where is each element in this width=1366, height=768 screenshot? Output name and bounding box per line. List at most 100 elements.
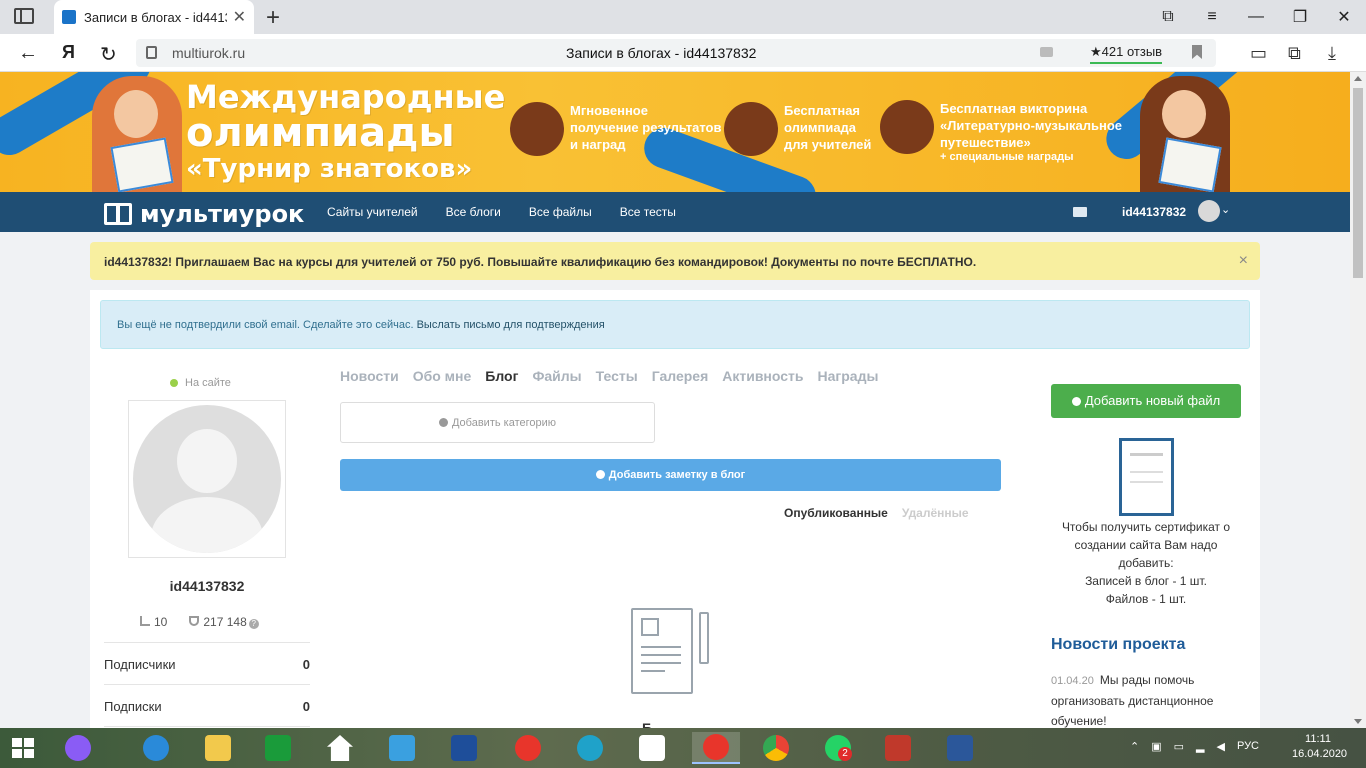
courses-promo-bar: id44137832! Приглашаем Вас на курсы для … bbox=[90, 242, 1260, 280]
url-page-title: Записи в блогах - id44137832 bbox=[566, 45, 757, 61]
profile-card: Вы ещё не подтвердили свой email. Сделай… bbox=[90, 290, 1260, 736]
help-icon[interactable]: ? bbox=[248, 619, 259, 629]
online-dot-icon bbox=[170, 379, 178, 387]
address-bar: ← Я ↻ multiurok.ru Записи в блогах - id4… bbox=[0, 34, 1366, 72]
points-stat: 217 148? bbox=[189, 615, 259, 629]
shop-icon[interactable] bbox=[382, 732, 422, 764]
subscriptions-row[interactable]: Подписки 0 bbox=[104, 684, 310, 726]
scroll-thumb[interactable] bbox=[1353, 88, 1363, 278]
edge-legacy-icon[interactable] bbox=[136, 732, 176, 764]
browser-tab[interactable]: Записи в блогах - id4413 ✕ bbox=[54, 0, 254, 34]
certificate-thumbnail[interactable] bbox=[1119, 438, 1174, 516]
nav-link-all-blogs[interactable]: Все блоги bbox=[446, 205, 501, 219]
file-explorer-icon[interactable] bbox=[198, 732, 238, 764]
nav-avatar[interactable] bbox=[1198, 200, 1220, 222]
nav-links: Сайты учителей Все блоги Все файлы Все т… bbox=[327, 205, 676, 219]
scroll-down-icon[interactable] bbox=[1354, 719, 1362, 724]
boy-illustration bbox=[92, 76, 182, 192]
back-icon[interactable]: ← bbox=[18, 42, 38, 65]
chevron-up-icon[interactable]: ⌃ bbox=[1130, 740, 1139, 753]
nav-link-teacher-sites[interactable]: Сайты учителей bbox=[327, 205, 418, 219]
reload-icon[interactable]: ↻ bbox=[100, 42, 117, 67]
url-field[interactable]: multiurok.ru Записи в блогах - id4413783… bbox=[136, 39, 1216, 67]
messages-icon[interactable] bbox=[1073, 207, 1087, 217]
news-date: 01.04.20 bbox=[1051, 675, 1094, 687]
online-status: На сайте bbox=[170, 377, 231, 389]
tab-news[interactable]: Новости bbox=[340, 368, 399, 384]
promo-message[interactable]: id44137832! Приглашаем Вас на курсы для … bbox=[104, 255, 976, 269]
tab-awards[interactable]: Награды bbox=[818, 368, 879, 384]
tab-blog[interactable]: Блог bbox=[485, 368, 518, 384]
reviews-badge[interactable]: ★421 отзыв bbox=[1090, 44, 1163, 64]
word-icon[interactable] bbox=[940, 732, 980, 764]
store-icon[interactable] bbox=[258, 732, 298, 764]
minimize-icon[interactable]: — bbox=[1234, 0, 1278, 34]
site-favicon-icon bbox=[62, 10, 76, 24]
network-icon[interactable]: ▣ bbox=[1151, 740, 1161, 753]
home-icon[interactable] bbox=[320, 732, 360, 764]
new-tab-icon[interactable]: + bbox=[266, 4, 280, 32]
nav-link-all-tests[interactable]: Все тесты bbox=[620, 205, 676, 219]
battery-tray-icon[interactable]: ▭ bbox=[1174, 740, 1184, 753]
yandex-icon[interactable] bbox=[632, 732, 672, 764]
tab-gallery[interactable]: Галерея bbox=[652, 368, 709, 384]
lock-icon[interactable] bbox=[146, 46, 157, 59]
volume-icon[interactable]: ◀ bbox=[1217, 740, 1225, 753]
teacher-icon bbox=[724, 102, 778, 156]
chrome-icon[interactable] bbox=[756, 732, 796, 764]
filter-published[interactable]: Опубликованные bbox=[784, 506, 888, 520]
scroll-up-icon[interactable] bbox=[1354, 76, 1362, 81]
tab-activity[interactable]: Активность bbox=[722, 368, 803, 384]
add-category-button[interactable]: Добавить категорию bbox=[340, 402, 655, 443]
add-blog-note-button[interactable]: Добавить заметку в блог bbox=[340, 459, 1001, 491]
profile-avatar[interactable] bbox=[128, 400, 286, 558]
restore-icon[interactable]: ❐ bbox=[1278, 0, 1322, 34]
tabs-panel-icon[interactable] bbox=[14, 8, 34, 24]
tab-close-icon[interactable]: ✕ bbox=[233, 7, 246, 27]
chevron-down-icon[interactable]: ⌄ bbox=[1221, 203, 1230, 216]
taskbar-clock[interactable]: 11:11 16.04.2020 bbox=[1292, 732, 1347, 762]
tab-about[interactable]: Обо мне bbox=[413, 368, 472, 384]
bookmarks-icon[interactable]: ⧉ bbox=[1146, 0, 1190, 34]
nav-username[interactable]: id44137832 bbox=[1122, 205, 1186, 219]
alice-assistant-icon[interactable] bbox=[58, 732, 98, 764]
yandex-browser-icon[interactable] bbox=[508, 732, 548, 764]
olympiad-banner[interactable]: Международные олимпиады «Турнир знатоков… bbox=[0, 72, 1350, 192]
add-new-file-button[interactable]: Добавить новый файл bbox=[1051, 384, 1241, 418]
tab-files[interactable]: Файлы bbox=[532, 368, 581, 384]
edge-icon[interactable] bbox=[570, 732, 610, 764]
certificate-requirements: Чтобы получить сертификат о создании сай… bbox=[1061, 520, 1231, 606]
page-scrollbar[interactable] bbox=[1350, 72, 1366, 728]
menu-icon[interactable]: ≡ bbox=[1190, 0, 1234, 34]
yandex-logo-icon[interactable]: Я bbox=[62, 42, 75, 63]
chart-bars-icon bbox=[140, 616, 150, 626]
close-window-icon[interactable]: ✕ bbox=[1322, 0, 1366, 34]
download-icon[interactable]: ⤓ bbox=[1328, 43, 1336, 64]
banner-feature: Мгновенное получение результатов и награ… bbox=[510, 102, 721, 156]
news-item[interactable]: 01.04.20 Мы рады помочь организовать дист… bbox=[1051, 670, 1241, 731]
comment-icon[interactable] bbox=[1040, 47, 1053, 57]
battery-icon[interactable]: ▭ bbox=[1250, 43, 1267, 64]
resend-email-link[interactable]: Выслать письмо для подтверждения bbox=[417, 319, 605, 331]
yandex-browser-active-icon[interactable] bbox=[692, 732, 740, 764]
banner-feature: Бесплатная викторина «Литературно-музыка… bbox=[880, 100, 1122, 163]
lenovo-icon[interactable] bbox=[444, 732, 484, 764]
wifi-icon[interactable]: ▂ bbox=[1196, 740, 1204, 753]
promo-close-icon[interactable]: × bbox=[1239, 252, 1248, 270]
tab-tests[interactable]: Тесты bbox=[596, 368, 638, 384]
site-logo[interactable]: мультиурок bbox=[104, 200, 304, 228]
filter-deleted[interactable]: Удалённые bbox=[902, 506, 969, 520]
rating-stat: 10 bbox=[140, 615, 167, 629]
plus-circle-icon bbox=[595, 470, 605, 479]
plus-circle-icon bbox=[1071, 397, 1081, 406]
extension-icon[interactable]: ⧉ bbox=[1288, 43, 1301, 64]
whatsapp-badge: 2 bbox=[838, 747, 852, 761]
bookmark-icon[interactable] bbox=[1192, 45, 1202, 59]
start-windows-icon[interactable] bbox=[12, 738, 34, 758]
nav-link-all-files[interactable]: Все файлы bbox=[529, 205, 592, 219]
subscribers-row[interactable]: Подписчики 0 bbox=[104, 642, 310, 684]
alert-text: Вы ещё не подтвердили свой email. Сделай… bbox=[117, 319, 414, 331]
whatsapp-icon[interactable] bbox=[818, 732, 858, 764]
keyboard-language[interactable]: РУС bbox=[1237, 740, 1259, 753]
pdf-reader-icon[interactable] bbox=[878, 732, 918, 764]
